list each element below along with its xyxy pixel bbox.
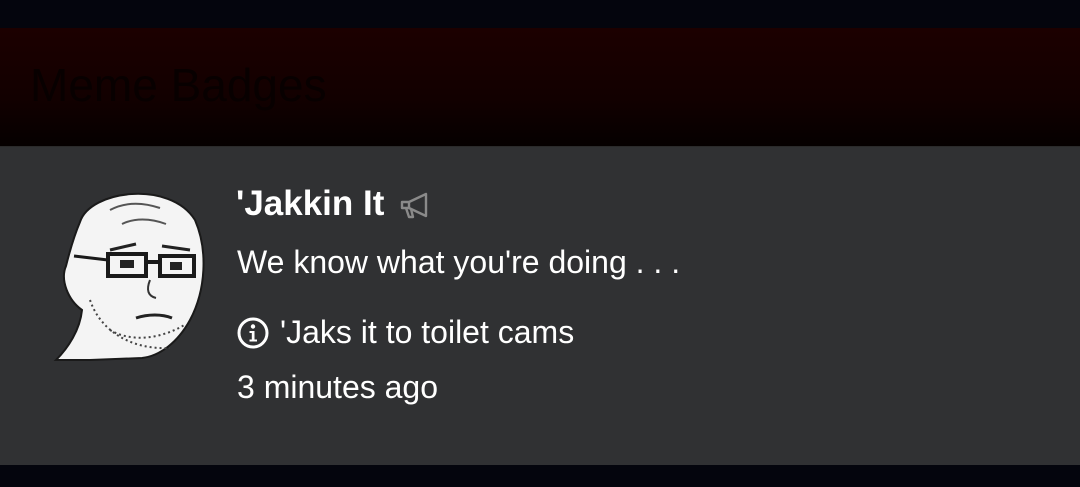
badge-info-text: 'Jaks it to toilet cams: [280, 314, 575, 350]
badge-title: 'Jakkin It: [236, 184, 385, 223]
info-circle-icon: [237, 317, 269, 348]
badge-description: We know what you're doing . . .: [237, 244, 681, 280]
bottom-strip: [0, 465, 1080, 487]
top-strip: [0, 0, 1080, 28]
badge-card[interactable]: 'Jakkin It We know what you're doing . .…: [0, 147, 1080, 465]
megaphone-icon[interactable]: [398, 191, 434, 221]
page-title: Meme Badges: [30, 59, 327, 111]
badge-info-row: 'Jaks it to toilet cams: [236, 314, 574, 351]
badge-timestamp: 3 minutes ago: [237, 369, 439, 405]
page-header: Meme Badges: [0, 28, 1080, 147]
badge-title-row: 'Jakkin It: [236, 184, 434, 224]
badge-image: [53, 192, 205, 361]
